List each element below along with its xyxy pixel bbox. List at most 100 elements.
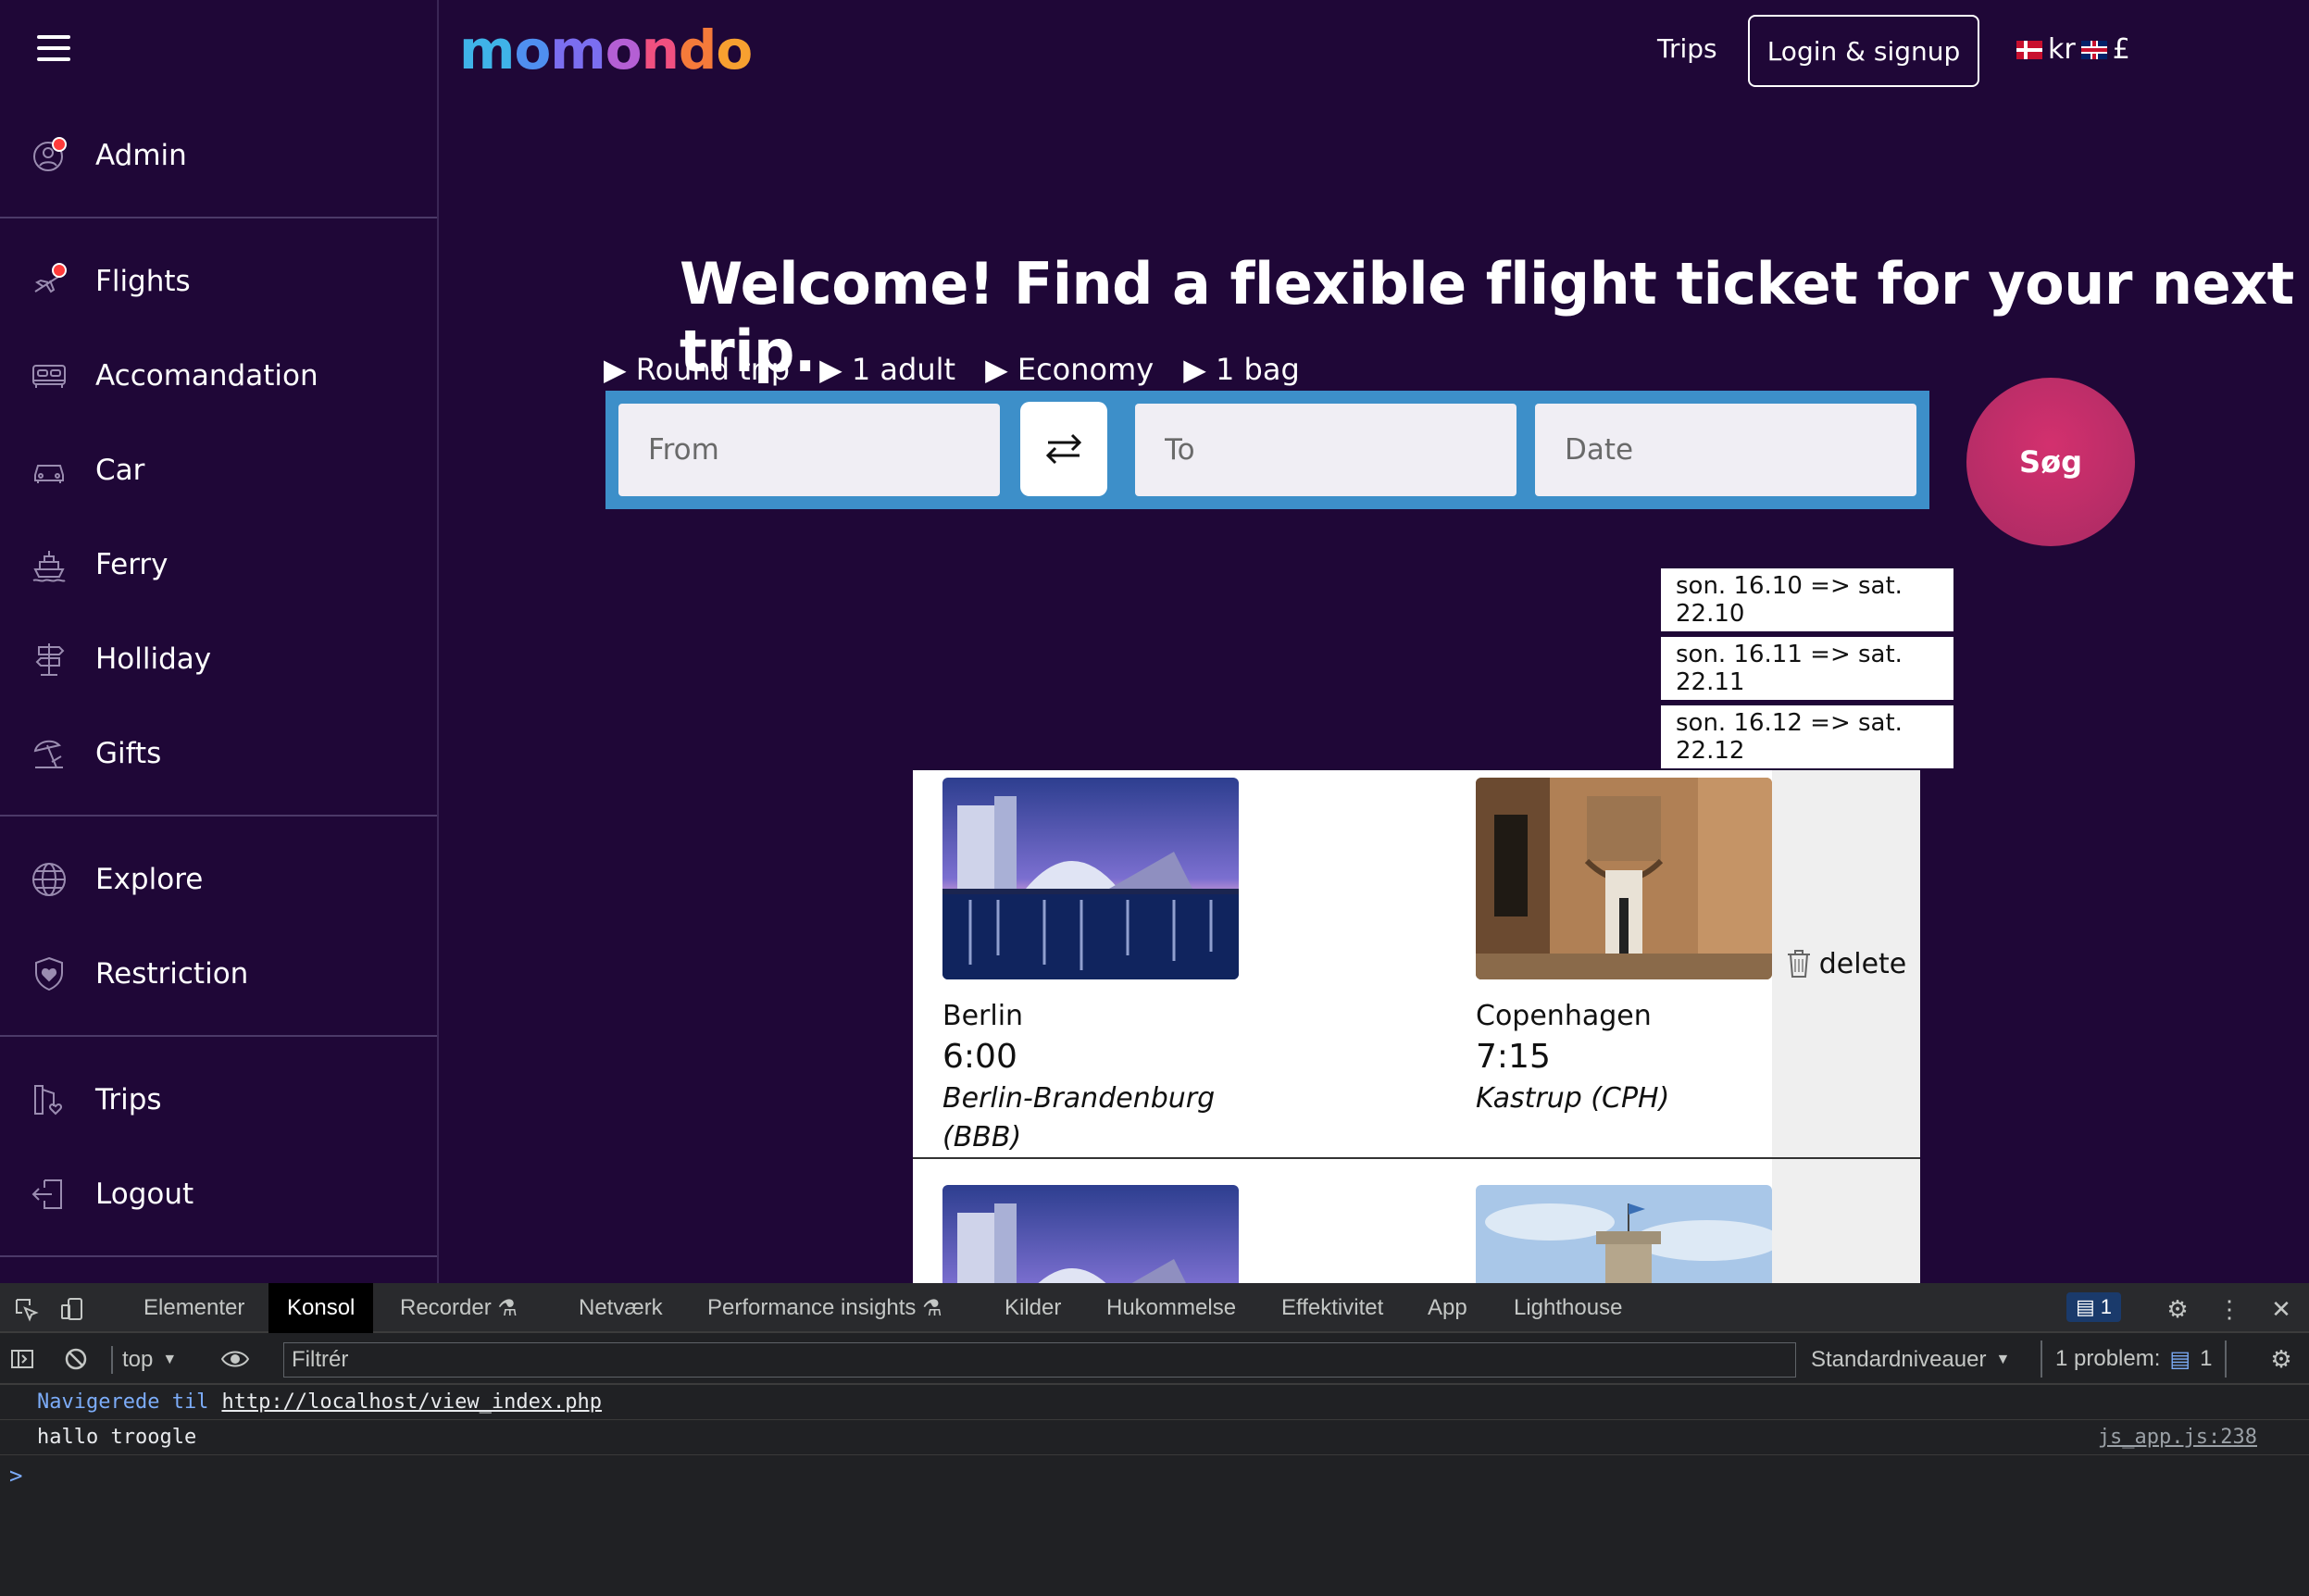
- sidebar-item-label: Logout: [95, 1178, 194, 1211]
- top-trips-link[interactable]: Trips: [1657, 33, 1717, 64]
- delete-label: delete: [1818, 947, 1907, 980]
- date-suggestion[interactable]: son. 16.10 => sat. 22.10: [1661, 568, 1953, 631]
- arrival-time: 7:15: [1476, 1038, 1551, 1076]
- berlin-photo: [942, 778, 1239, 979]
- sidebar-item-logout[interactable]: Logout: [0, 1157, 437, 1231]
- log-text: hallo troogle: [37, 1426, 197, 1449]
- hamburger-menu-icon[interactable]: [37, 35, 70, 69]
- sidebar-item-accomandation[interactable]: Accomandation: [0, 339, 437, 413]
- tab-app[interactable]: App: [1409, 1283, 1486, 1333]
- console-prompt[interactable]: >: [9, 1463, 22, 1489]
- devtools-panel: Elementer Konsol Recorder ⚗ Netværk Perf…: [0, 1283, 2309, 1596]
- console-settings-gear-icon[interactable]: ⚙: [2265, 1342, 2298, 1376]
- logo-letter: m: [459, 19, 515, 81]
- trash-icon: [1787, 950, 1810, 978]
- date-suggestion[interactable]: son. 16.11 => sat. 22.11: [1661, 637, 1953, 700]
- shield-heart-icon: [30, 954, 69, 993]
- currency-selector[interactable]: kr £: [2016, 33, 2130, 66]
- denmark-flag-icon: [2016, 40, 2042, 59]
- sidebar-toggle-icon[interactable]: [6, 1342, 39, 1376]
- option-passengers[interactable]: ▶ 1 adult: [819, 352, 955, 387]
- delete-button[interactable]: delete: [1772, 770, 1920, 1157]
- problems-button[interactable]: 1 problem: ▤ 1: [2041, 1340, 2228, 1378]
- tab-elementer[interactable]: Elementer: [125, 1283, 263, 1333]
- sidebar: Admin Flights Accomandation Car Ferry Ho…: [0, 0, 439, 1283]
- log-source-link[interactable]: js_app.js:238: [2098, 1426, 2257, 1449]
- to-input[interactable]: [1135, 404, 1516, 496]
- sidebar-item-holliday[interactable]: Holliday: [0, 622, 437, 696]
- logo-letter: o: [514, 19, 551, 81]
- departure-column: [942, 1185, 1239, 1283]
- departure-city: Berlin: [942, 1000, 1024, 1032]
- arrival-airport: Kastrup (CPH): [1476, 1082, 1670, 1115]
- swap-button[interactable]: [1020, 402, 1107, 496]
- momondo-logo[interactable]: momondo: [459, 19, 753, 81]
- nav-url-link[interactable]: http://localhost/view_index.php: [221, 1390, 602, 1414]
- settings-gear-icon[interactable]: ⚙: [2161, 1292, 2194, 1326]
- from-input[interactable]: [618, 404, 1000, 496]
- login-signup-button[interactable]: Login & signup: [1748, 15, 1979, 87]
- sidebar-item-admin[interactable]: Admin: [0, 118, 437, 193]
- option-bags[interactable]: ▶ 1 bag: [1183, 352, 1300, 387]
- message-icon: ▤: [2169, 1346, 2191, 1372]
- clear-console-icon[interactable]: [59, 1342, 93, 1376]
- tab-netvaerk[interactable]: Netværk: [560, 1283, 681, 1333]
- issues-badge[interactable]: ▤ 1: [2066, 1292, 2122, 1322]
- device-toolbar-icon[interactable]: [56, 1292, 89, 1326]
- context-label: top: [122, 1347, 154, 1372]
- tab-kilder[interactable]: Kilder: [986, 1283, 1080, 1333]
- result-row: Berlin 6:00 Berlin-Brandenburg (BBB) Cop…: [913, 770, 1920, 1159]
- sidebar-item-explore[interactable]: Explore: [0, 842, 437, 916]
- tab-performance-insights[interactable]: Performance insights ⚗: [689, 1283, 961, 1333]
- notification-dot: [52, 137, 67, 152]
- console-filter-input[interactable]: [283, 1342, 1796, 1378]
- sidebar-item-label: Ferry: [95, 548, 168, 581]
- departure-column: Berlin 6:00 Berlin-Brandenburg (BBB): [942, 778, 1239, 1157]
- context-selector[interactable]: top ▼: [111, 1344, 177, 1376]
- inspect-element-icon[interactable]: [9, 1292, 43, 1326]
- sidebar-item-restriction[interactable]: Restriction: [0, 937, 437, 1011]
- option-cabin-class[interactable]: ▶ Economy: [985, 352, 1154, 387]
- bed-icon: [30, 356, 69, 395]
- nav-prefix: Navigerede til: [37, 1390, 209, 1414]
- sidebar-item-trips[interactable]: Trips: [0, 1063, 437, 1137]
- sidebar-item-ferry[interactable]: Ferry: [0, 528, 437, 602]
- departure-airport: Berlin-Brandenburg (BBB): [942, 1082, 1216, 1153]
- departure-time: 6:00: [942, 1038, 1017, 1076]
- results-list: Berlin 6:00 Berlin-Brandenburg (BBB) Cop…: [913, 770, 1920, 1283]
- tab-effektivitet[interactable]: Effektivitet: [1263, 1283, 1402, 1333]
- toolbar-separator: [111, 1346, 113, 1374]
- arrival-city: Copenhagen: [1476, 1000, 1652, 1032]
- sidebar-item-label: Flights: [95, 265, 191, 298]
- tab-konsol[interactable]: Konsol: [268, 1283, 374, 1333]
- logo-letter: n: [641, 19, 680, 81]
- log-levels-label: Standardniveauer: [1811, 1347, 1987, 1372]
- divider: [0, 815, 437, 817]
- date-suggestion[interactable]: son. 16.12 => sat. 22.12: [1661, 705, 1953, 768]
- problems-label: 1 problem:: [2055, 1346, 2161, 1371]
- more-options-icon[interactable]: ⋮: [2213, 1292, 2246, 1326]
- search-button[interactable]: Søg: [1966, 378, 2135, 546]
- logo-letter: o: [605, 19, 643, 81]
- search-form: [605, 391, 1929, 509]
- result-row: [913, 1159, 1920, 1283]
- tab-lighthouse[interactable]: Lighthouse: [1495, 1283, 1641, 1333]
- live-expression-eye-icon[interactable]: [218, 1342, 252, 1376]
- sidebar-item-car[interactable]: Car: [0, 433, 437, 507]
- log-levels-dropdown[interactable]: Standardniveauer ▼: [1811, 1344, 2010, 1376]
- option-round-trip[interactable]: ▶ Round trip: [604, 352, 790, 387]
- sidebar-item-gifts[interactable]: Gifts: [0, 717, 437, 791]
- close-devtools-icon[interactable]: ✕: [2265, 1292, 2298, 1326]
- tab-hukommelse[interactable]: Hukommelse: [1088, 1283, 1254, 1333]
- flask-icon: ⚗: [497, 1295, 518, 1321]
- flask-icon: ⚗: [922, 1295, 942, 1321]
- divider: [0, 1255, 437, 1257]
- sidebar-item-flights[interactable]: Flights: [0, 244, 437, 318]
- castle-photo: [1476, 1185, 1772, 1283]
- date-input[interactable]: [1535, 404, 1916, 496]
- delete-button[interactable]: [1772, 1159, 1920, 1283]
- tab-label: Performance insights: [707, 1295, 917, 1320]
- dropdown-arrow-icon: ▼: [162, 1352, 178, 1367]
- divider: [0, 1035, 437, 1037]
- tab-recorder[interactable]: Recorder ⚗: [381, 1283, 536, 1333]
